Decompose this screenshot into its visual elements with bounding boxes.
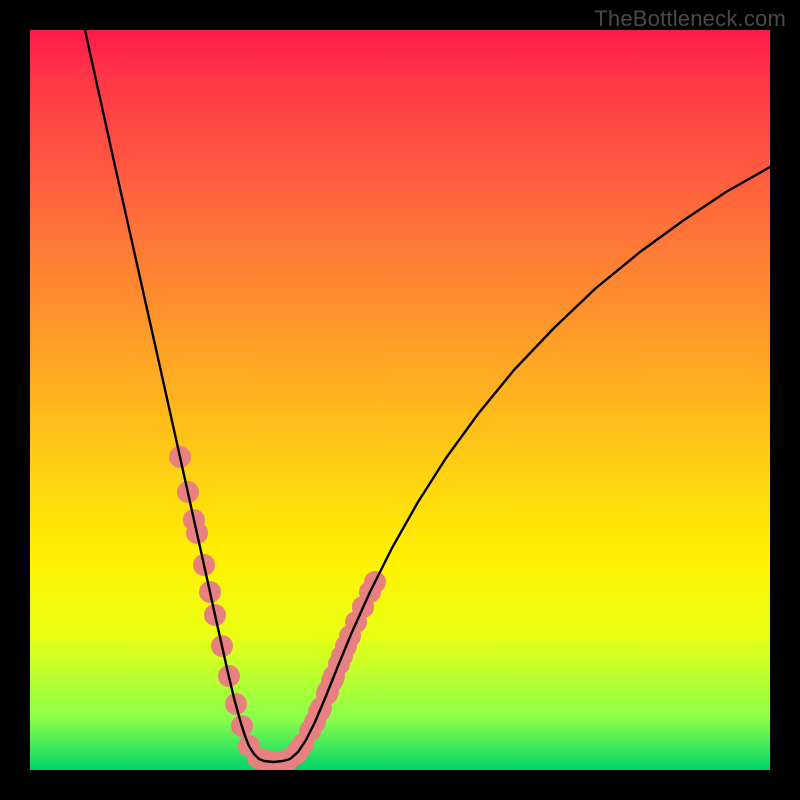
markers-group (169, 446, 386, 770)
watermark-text: TheBottleneck.com (594, 6, 786, 32)
chart-frame: TheBottleneck.com (0, 0, 800, 800)
bottleneck-curve (85, 30, 770, 762)
plot-area (30, 30, 770, 770)
chart-svg (30, 30, 770, 770)
